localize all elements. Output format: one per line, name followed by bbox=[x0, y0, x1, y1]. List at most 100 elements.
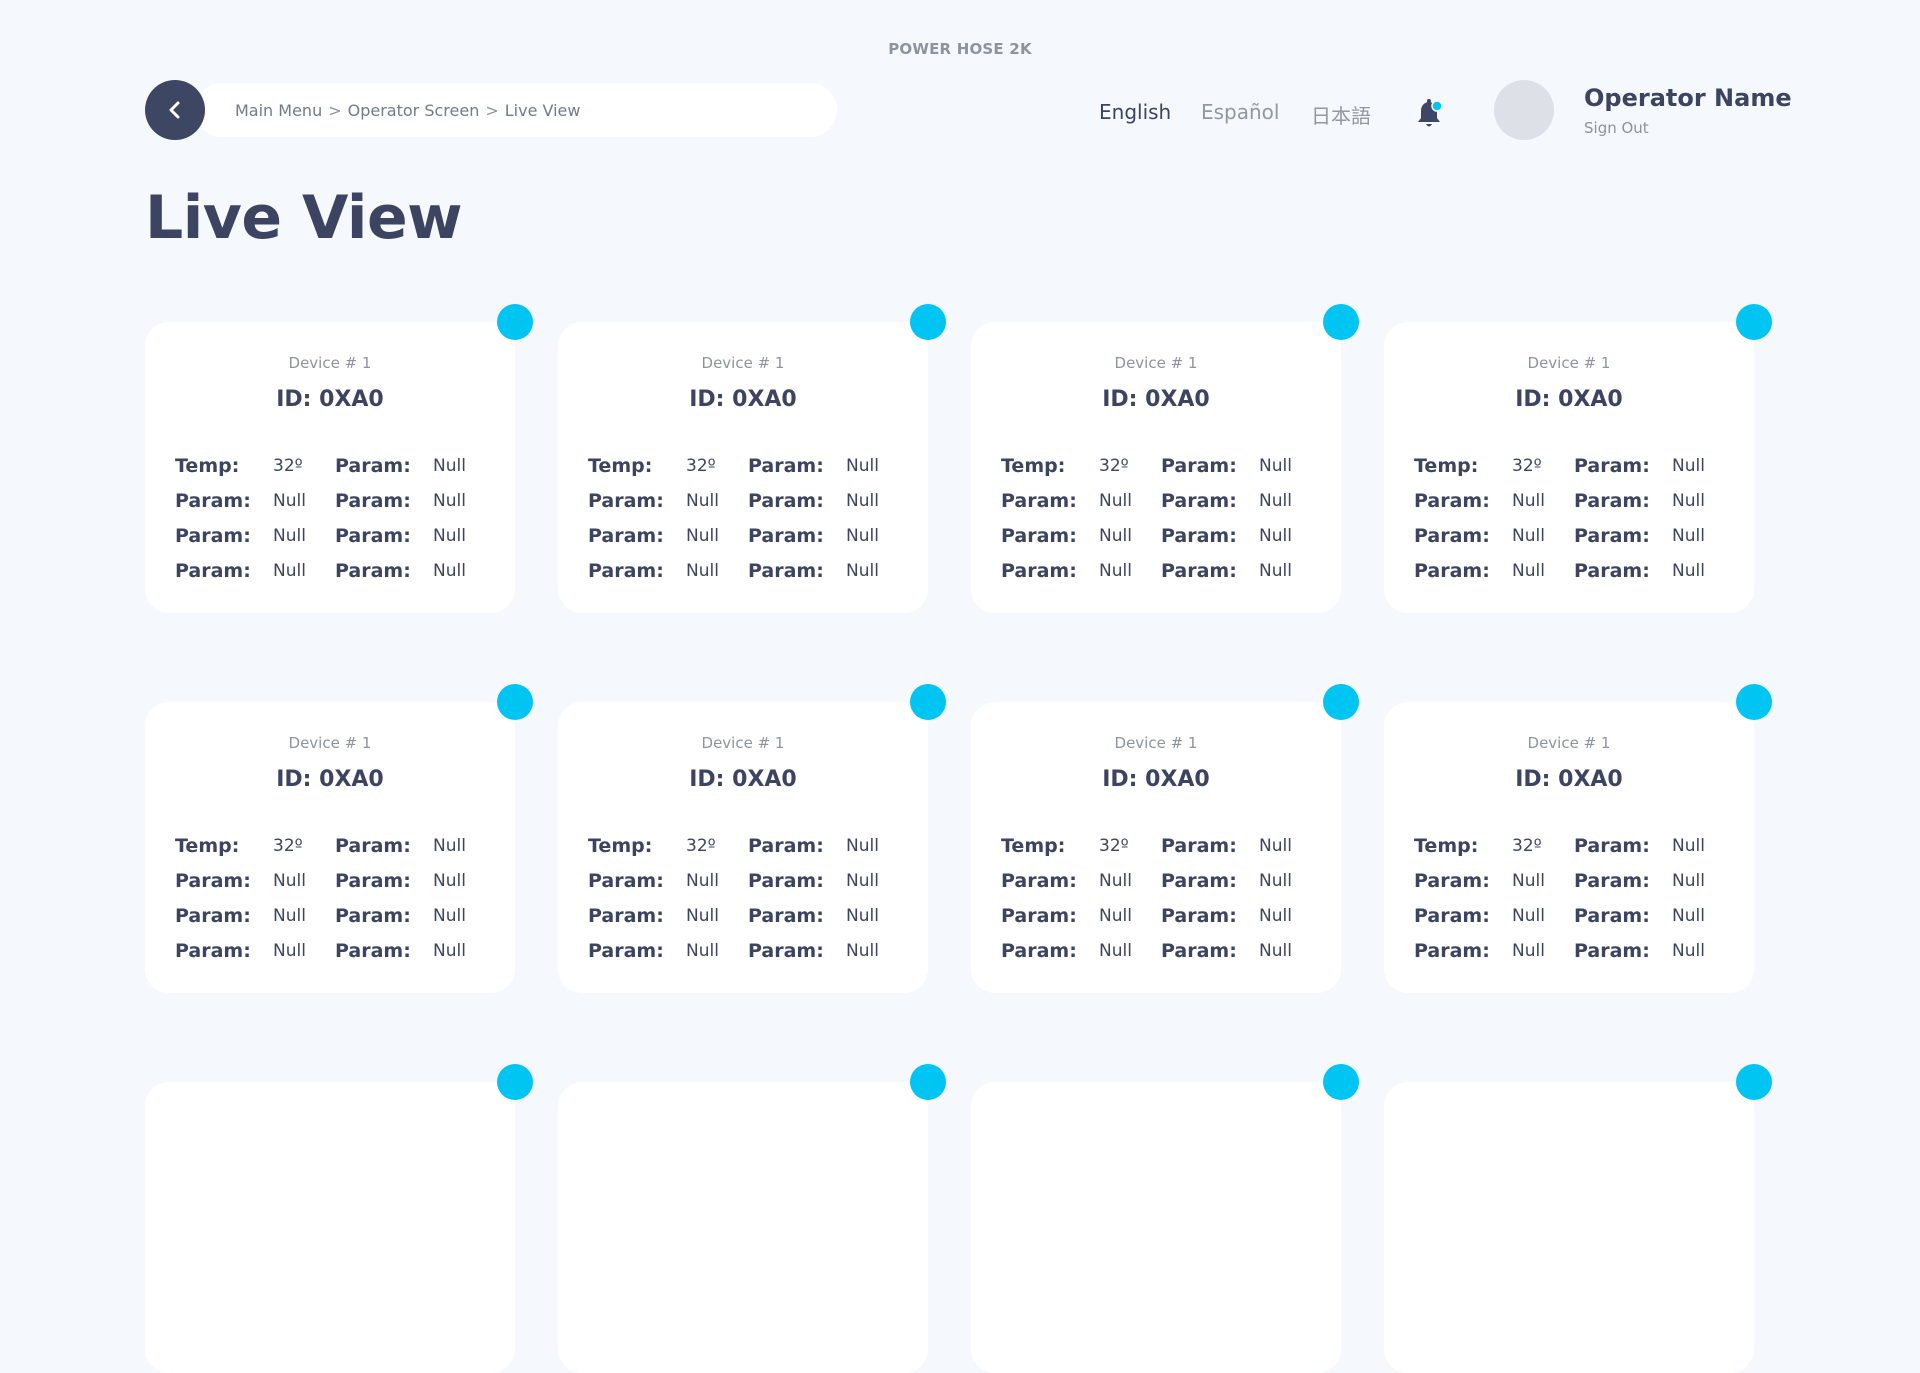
param-value: Null bbox=[433, 870, 466, 891]
param-label: Param: bbox=[1161, 939, 1237, 962]
param-value: Null bbox=[273, 905, 306, 926]
param-label: Param: bbox=[1414, 939, 1490, 962]
param-label: Temp: bbox=[175, 834, 240, 857]
param-label: Param: bbox=[588, 524, 664, 547]
device-card[interactable]: Device # 1 ID: 0XA0 Temp: 32º Param: Null P… bbox=[1384, 684, 1772, 993]
param-label: Param: bbox=[335, 869, 411, 892]
breadcrumb-live-view: Live View bbox=[504, 100, 581, 120]
param-label: Param: bbox=[748, 524, 824, 547]
param-label: Param: bbox=[335, 524, 411, 547]
device-card[interactable] bbox=[145, 1064, 533, 1373]
device-id: ID: 0XA0 bbox=[276, 767, 384, 792]
param-value: 32º bbox=[1099, 835, 1129, 856]
device-id: ID: 0XA0 bbox=[689, 387, 797, 412]
device-label: Device # 1 bbox=[701, 734, 785, 752]
param-label: Param: bbox=[588, 869, 664, 892]
param-value: Null bbox=[1512, 525, 1545, 546]
param-value: Null bbox=[1259, 455, 1292, 476]
param-label: Param: bbox=[175, 869, 251, 892]
bell-icon[interactable] bbox=[1415, 98, 1445, 130]
param-label: Param: bbox=[1161, 834, 1237, 857]
breadcrumb: Main Menu > Operator Screen > Live View bbox=[195, 83, 837, 137]
param-value: Null bbox=[846, 940, 879, 961]
param-label: Param: bbox=[1161, 904, 1237, 927]
breadcrumb-operator-screen[interactable]: Operator Screen bbox=[348, 101, 480, 120]
device-params: Temp: 32º Param: Null Param: Null Param: Null … bbox=[175, 828, 493, 968]
param-value: Null bbox=[686, 560, 719, 581]
device-card[interactable]: Device # 1 ID: 0XA0 Temp: 32º Param: Null P… bbox=[971, 304, 1359, 613]
param-label: Temp: bbox=[588, 834, 653, 857]
param-value: Null bbox=[1672, 940, 1705, 961]
param-label: Param: bbox=[1574, 454, 1650, 477]
param-value: Null bbox=[1259, 560, 1292, 581]
param-label: Param: bbox=[1414, 904, 1490, 927]
param-value: Null bbox=[433, 905, 466, 926]
device-id: ID: 0XA0 bbox=[1515, 387, 1623, 412]
param-label: Param: bbox=[175, 559, 251, 582]
param-value: Null bbox=[846, 490, 879, 511]
param-value: Null bbox=[433, 940, 466, 961]
breadcrumb-main-menu[interactable]: Main Menu bbox=[235, 101, 322, 120]
status-indicator bbox=[910, 1064, 946, 1100]
param-label: Param: bbox=[1574, 834, 1650, 857]
device-card[interactable]: Device # 1 ID: 0XA0 Temp: 32º Param: Null P… bbox=[558, 684, 946, 993]
avatar[interactable] bbox=[1494, 80, 1554, 140]
device-card[interactable] bbox=[971, 1064, 1359, 1373]
param-label: Param: bbox=[748, 904, 824, 927]
param-value: Null bbox=[1672, 560, 1705, 581]
param-value: Null bbox=[686, 870, 719, 891]
param-value: Null bbox=[846, 870, 879, 891]
device-card[interactable]: Device # 1 ID: 0XA0 Temp: 32º Param: Null P… bbox=[971, 684, 1359, 993]
param-value: Null bbox=[433, 490, 466, 511]
param-label: Param: bbox=[175, 904, 251, 927]
param-label: Param: bbox=[175, 939, 251, 962]
param-label: Param: bbox=[1161, 524, 1237, 547]
device-card[interactable]: Device # 1 ID: 0XA0 Temp: 32º Param: Null P… bbox=[145, 684, 533, 993]
language-english[interactable]: English bbox=[1099, 100, 1171, 124]
status-indicator bbox=[497, 304, 533, 340]
language-espanol[interactable]: Español bbox=[1201, 100, 1279, 124]
back-button[interactable] bbox=[145, 80, 205, 140]
param-value: Null bbox=[686, 490, 719, 511]
device-card[interactable] bbox=[558, 1064, 946, 1373]
device-params: Temp: 32º Param: Null Param: Null Param: Null … bbox=[1001, 828, 1319, 968]
param-value: Null bbox=[686, 940, 719, 961]
device-id: ID: 0XA0 bbox=[1515, 767, 1623, 792]
status-indicator bbox=[910, 684, 946, 720]
param-value: 32º bbox=[686, 835, 716, 856]
device-label: Device # 1 bbox=[701, 354, 785, 372]
param-value: 32º bbox=[273, 455, 303, 476]
device-label: Device # 1 bbox=[1527, 734, 1611, 752]
param-label: Param: bbox=[335, 559, 411, 582]
param-label: Temp: bbox=[1414, 834, 1479, 857]
param-label: Param: bbox=[588, 939, 664, 962]
param-value: Null bbox=[846, 455, 879, 476]
app-title: POWER HOSE 2K bbox=[888, 40, 1032, 58]
param-label: Param: bbox=[1161, 454, 1237, 477]
param-label: Temp: bbox=[1414, 454, 1479, 477]
param-value: Null bbox=[433, 455, 466, 476]
status-indicator bbox=[1323, 684, 1359, 720]
device-card[interactable]: Device # 1 ID: 0XA0 Temp: 32º Param: Null P… bbox=[1384, 304, 1772, 613]
param-value: Null bbox=[1672, 490, 1705, 511]
param-label: Param: bbox=[335, 939, 411, 962]
status-indicator bbox=[1736, 684, 1772, 720]
param-label: Param: bbox=[1414, 489, 1490, 512]
param-label: Param: bbox=[1161, 559, 1237, 582]
device-card[interactable]: Device # 1 ID: 0XA0 Temp: 32º Param: Null P… bbox=[145, 304, 533, 613]
language-japanese[interactable]: 日本語 bbox=[1311, 100, 1371, 129]
page-title: Live View bbox=[145, 183, 463, 253]
status-indicator bbox=[497, 1064, 533, 1100]
param-value: Null bbox=[1512, 560, 1545, 581]
status-indicator bbox=[910, 304, 946, 340]
status-indicator bbox=[1323, 304, 1359, 340]
param-label: Param: bbox=[1161, 869, 1237, 892]
param-value: Null bbox=[1099, 490, 1132, 511]
device-card[interactable] bbox=[1384, 1064, 1772, 1373]
param-label: Param: bbox=[1161, 489, 1237, 512]
device-card[interactable]: Device # 1 ID: 0XA0 Temp: 32º Param: Null P… bbox=[558, 304, 946, 613]
sign-out-link[interactable]: Sign Out bbox=[1584, 119, 1649, 137]
param-value: Null bbox=[846, 525, 879, 546]
param-value: Null bbox=[1672, 870, 1705, 891]
breadcrumb-separator: > bbox=[485, 100, 499, 120]
